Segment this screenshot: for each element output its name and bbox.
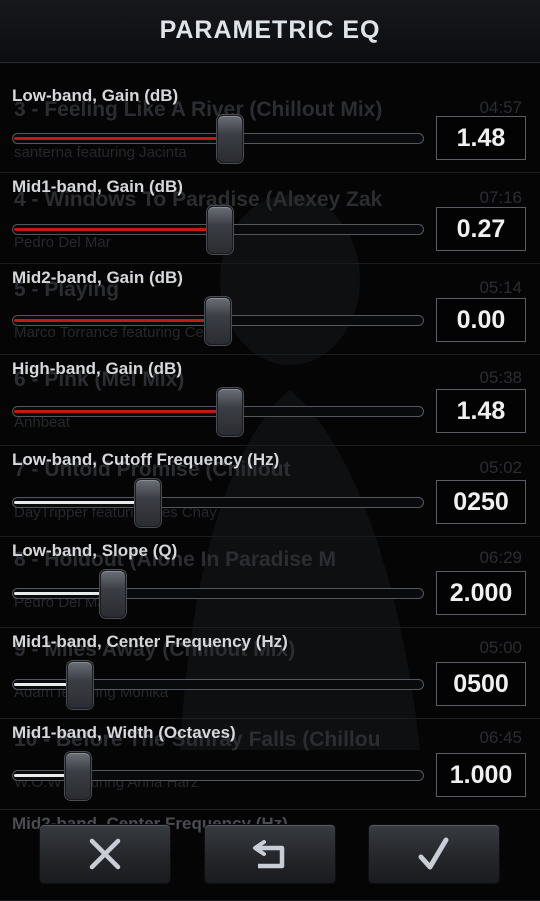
page-title: PARAMETRIC EQ <box>159 16 381 44</box>
band-value-field[interactable]: 1.48 <box>436 389 526 433</box>
button-bar <box>0 824 540 886</box>
eq-band-row: Low-band, Gain (dB) 1.48 <box>0 82 540 173</box>
eq-band-list: Low-band, Gain (dB) 1.48 Mid1-band, Gain (… <box>0 82 540 901</box>
band-slider-fill <box>14 319 218 322</box>
band-slider-track[interactable] <box>12 497 424 508</box>
band-slider-thumb[interactable] <box>217 115 244 163</box>
band-value-field[interactable]: 1.48 <box>436 116 526 160</box>
band-slider-thumb[interactable] <box>64 752 91 800</box>
band-value-field[interactable]: 0250 <box>436 480 526 524</box>
band-slider-fill <box>14 592 113 595</box>
band-slider-thumb[interactable] <box>99 570 126 618</box>
band-slider-thumb[interactable] <box>217 388 244 436</box>
eq-band-row: Low-band, Cutoff Frequency (Hz) 0250 <box>0 446 540 537</box>
eq-band-row: Low-band, Slope (Q) 2.000 <box>0 537 540 628</box>
undo-button[interactable] <box>204 824 336 884</box>
undo-icon <box>253 840 285 869</box>
ok-button[interactable] <box>368 824 500 884</box>
band-label: Mid1-band, Center Frequency (Hz) <box>12 632 288 651</box>
band-slider-thumb[interactable] <box>207 206 234 254</box>
band-label: High-band, Gain (dB) <box>12 359 182 378</box>
band-slider-track[interactable] <box>12 588 424 599</box>
band-value-field[interactable]: 1.000 <box>436 753 526 797</box>
band-value-field[interactable]: 0500 <box>436 662 526 706</box>
dialog-header: PARAMETRIC EQ <box>0 0 540 63</box>
band-label: Mid2-band, Gain (dB) <box>12 268 183 287</box>
band-slider-fill <box>14 137 231 140</box>
band-label: Low-band, Gain (dB) <box>12 86 179 105</box>
band-label: Low-band, Slope (Q) <box>12 541 178 560</box>
band-slider-thumb[interactable] <box>205 297 231 345</box>
band-value-field[interactable]: 2.000 <box>436 571 526 615</box>
cancel-button[interactable] <box>39 824 171 884</box>
band-label: Mid1-band, Gain (dB) <box>12 177 183 196</box>
checkmark-icon <box>418 837 449 870</box>
band-slider-fill <box>14 501 148 504</box>
band-slider-thumb[interactable] <box>134 479 161 527</box>
eq-band-row: Mid2-band, Gain (dB) 0.00 <box>0 264 540 355</box>
band-label: Low-band, Cutoff Frequency (Hz) <box>12 450 280 469</box>
eq-band-row: Mid1-band, Gain (dB) 0.27 <box>0 173 540 264</box>
band-value-field[interactable]: 0.27 <box>436 207 526 251</box>
eq-band-row: Mid1-band, Width (Octaves) 1.000 <box>0 719 540 810</box>
eq-band-row: High-band, Gain (dB) 1.48 <box>0 355 540 446</box>
eq-band-row: Mid1-band, Center Frequency (Hz) 0500 <box>0 628 540 719</box>
close-icon <box>89 838 121 870</box>
band-value-field[interactable]: 0.00 <box>436 298 526 342</box>
band-label: Mid1-band, Width (Octaves) <box>12 723 236 742</box>
band-slider-fill <box>14 410 231 413</box>
band-slider-fill <box>14 228 221 231</box>
band-slider-thumb[interactable] <box>66 661 93 709</box>
